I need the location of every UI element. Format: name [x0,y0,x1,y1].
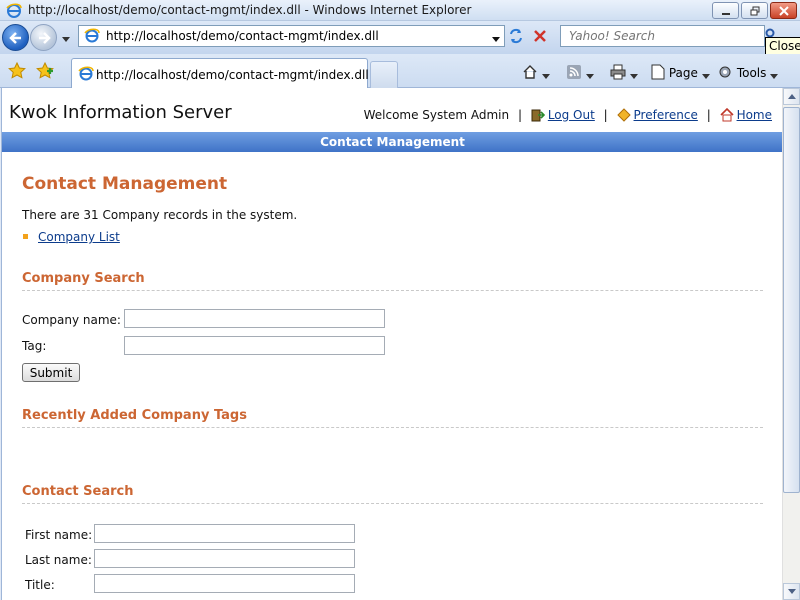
home-icon [719,107,734,122]
search-box[interactable] [560,25,765,47]
recent-pages-dropdown[interactable] [62,33,70,46]
minimize-button[interactable] [712,2,739,19]
separator: | [706,108,711,122]
section-banner: Contact Management [2,132,782,152]
page-icon [84,28,100,47]
chevron-down-icon [629,74,638,79]
forward-arrow-icon [39,32,51,44]
user-bar: Welcome System Admin | Log Out | Prefere… [363,107,772,122]
separator: | [603,108,608,122]
restore-icon [750,6,760,16]
record-count-text: There are 31 Company records in the syst… [22,208,298,222]
scroll-up-button[interactable] [783,88,800,105]
gear-icon [719,66,731,78]
window-titlebar: http://localhost/demo/contact-mgmt/index… [0,0,800,21]
chevron-down-icon [585,74,594,79]
back-arrow-icon [9,32,21,44]
new-tab-button[interactable] [370,61,398,88]
scroll-down-button[interactable] [783,583,800,600]
search-input[interactable] [567,27,757,45]
first-name-label: First name: [25,528,93,542]
refresh-icon[interactable] [507,27,525,48]
tab-page-icon [78,66,94,85]
close-button[interactable] [770,2,797,19]
close-tooltip: Close [765,37,800,55]
tab-label: http://localhost/demo/contact-mgmt/index… [96,68,369,82]
logout-icon [531,109,545,122]
page-icon [651,64,665,80]
chevron-down-icon [492,37,500,42]
chevron-down-icon [788,589,796,594]
contact-search-heading: Contact Search [22,484,763,504]
tab-bar: http://localhost/demo/contact-mgmt/index… [0,54,800,88]
tools-menu-label: Tools [736,66,767,80]
favorites-star-icon[interactable] [8,61,26,83]
home-icon [523,65,537,79]
chevron-down-icon [62,37,70,42]
site-title: Kwok Information Server [9,102,232,123]
tag-input[interactable] [124,336,385,355]
last-name-input[interactable] [94,549,355,568]
address-bar[interactable]: http://localhost/demo/contact-mgmt/index… [78,25,505,47]
tab-current-page[interactable]: http://localhost/demo/contact-mgmt/index… [71,58,369,88]
address-url[interactable]: http://localhost/demo/contact-mgmt/index… [106,29,379,43]
scroll-thumb[interactable] [783,107,800,493]
close-icon [779,6,789,16]
chevron-down-icon [770,74,779,79]
first-name-input[interactable] [94,524,355,543]
company-search-heading: Company Search [22,271,763,291]
ie-app-icon [6,3,22,19]
separator: | [517,108,522,122]
last-name-label: Last name: [25,553,92,567]
add-favorite-icon[interactable] [36,61,54,83]
tools-menu[interactable]: Tools [717,64,779,80]
print-command[interactable] [610,64,638,80]
window-title: http://localhost/demo/contact-mgmt/index… [28,3,472,17]
preference-icon [616,108,631,122]
home-link[interactable]: Home [737,108,772,122]
welcome-text: Welcome System Admin [363,108,510,122]
page-title: Contact Management [22,174,228,194]
address-dropdown[interactable] [492,33,500,46]
minimize-icon [722,13,730,15]
logout-link[interactable]: Log Out [548,108,595,122]
stop-icon[interactable] [532,28,548,47]
chevron-down-icon [541,74,550,79]
page-viewport: Kwok Information Server Welcome System A… [1,88,782,600]
submit-button[interactable]: Submit [22,363,80,382]
forward-button[interactable] [30,24,57,51]
restore-button[interactable] [741,2,768,19]
company-name-input[interactable] [124,309,385,328]
tag-label: Tag: [22,339,47,353]
recent-tags-heading: Recently Added Company Tags [22,408,763,428]
bullet-icon [23,234,28,239]
rss-feed-icon [567,65,581,79]
title-label: Title: [25,578,55,592]
preference-link[interactable]: Preference [634,108,698,122]
page-menu[interactable]: Page [651,64,710,80]
print-icon [610,64,626,80]
company-list-link[interactable]: Company List [38,230,120,244]
vertical-scrollbar[interactable] [782,88,800,600]
back-button[interactable] [2,24,29,51]
company-name-label: Company name: [22,313,121,327]
page-menu-label: Page [668,66,698,80]
chevron-down-icon [701,74,710,79]
home-command[interactable] [522,64,550,80]
chevron-up-icon [788,94,796,99]
title-input[interactable] [94,574,355,593]
feeds-command[interactable] [566,64,594,80]
